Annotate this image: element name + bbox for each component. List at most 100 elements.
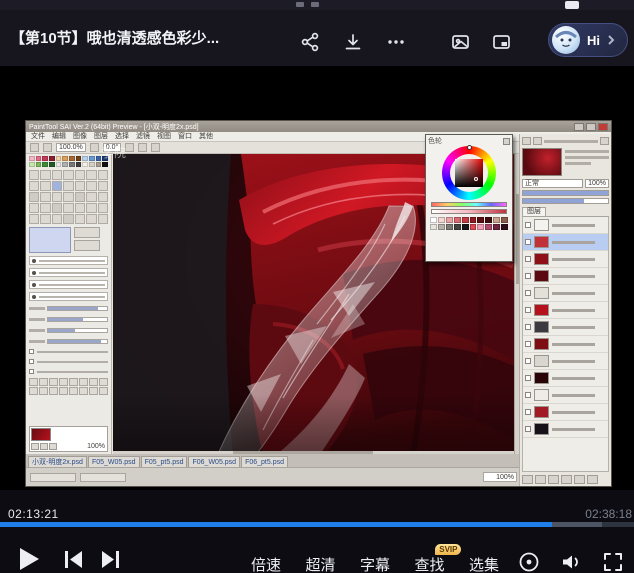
brush-list-item[interactable]	[29, 280, 108, 289]
close-icon[interactable]	[598, 123, 608, 131]
blend-mode-select[interactable]: 正常	[522, 179, 583, 188]
window-maximize-button[interactable]	[565, 1, 579, 9]
preview-button[interactable]	[74, 240, 100, 251]
layer-row[interactable]	[523, 319, 608, 336]
palette-swatch[interactable]	[501, 224, 508, 230]
tool-cell[interactable]	[40, 203, 50, 213]
titlebar-icon[interactable]	[296, 2, 304, 7]
visibility-checkbox[interactable]	[525, 222, 531, 228]
visibility-checkbox[interactable]	[525, 409, 531, 415]
color-swatch[interactable]	[89, 162, 95, 167]
palette-swatch[interactable]	[430, 217, 437, 223]
rotate-button[interactable]	[49, 443, 57, 450]
visibility-checkbox[interactable]	[525, 290, 531, 296]
titlebar-icon[interactable]	[311, 2, 319, 7]
panel-button[interactable]	[533, 137, 542, 145]
palette-swatch[interactable]	[493, 217, 500, 223]
brush-list-item[interactable]	[29, 268, 108, 277]
texture-cell[interactable]	[79, 387, 88, 395]
brush-density-slider[interactable]	[29, 337, 108, 345]
tool-cell[interactable]	[52, 214, 62, 224]
color-swatch[interactable]	[76, 156, 82, 161]
palette-swatch[interactable]	[430, 224, 437, 230]
texture-cell[interactable]	[99, 378, 108, 386]
tool-cell[interactable]	[98, 181, 108, 191]
layer-row[interactable]	[523, 251, 608, 268]
color-swatch[interactable]	[29, 156, 35, 161]
brush-list-item[interactable]	[29, 292, 108, 301]
player-text-button[interactable]: 查找 SVIP	[414, 554, 444, 573]
visibility-checkbox[interactable]	[525, 341, 531, 347]
file-tab[interactable]: 小双-明度2x.psd	[28, 456, 87, 467]
layer-row[interactable]	[523, 353, 608, 370]
color-swatch[interactable]	[56, 156, 62, 161]
texture-cell[interactable]	[59, 387, 68, 395]
color-swatch[interactable]	[42, 162, 48, 167]
palette-swatch[interactable]	[462, 224, 469, 230]
color-swatch[interactable]	[69, 162, 75, 167]
brush-option-checkbox[interactable]	[29, 348, 108, 355]
color-swatch[interactable]	[69, 156, 75, 161]
texture-cell[interactable]	[49, 387, 58, 395]
play-button[interactable]	[20, 548, 39, 570]
maximize-icon[interactable]	[586, 123, 596, 131]
player-text-button[interactable]: 字幕	[360, 554, 390, 573]
palette-swatch[interactable]	[446, 217, 453, 223]
file-tab[interactable]: F06_pt5.psd	[241, 456, 288, 467]
progress-bar[interactable]	[0, 522, 634, 527]
visibility-checkbox[interactable]	[525, 307, 531, 313]
sai-menu-item[interactable]: 编辑	[52, 133, 66, 140]
palette-swatch[interactable]	[446, 224, 453, 230]
tool-cell[interactable]	[52, 203, 62, 213]
video-frame[interactable]: 学院 PaintTool SAI Ver.2 (64bit) Preview -…	[0, 66, 634, 490]
tool-cell[interactable]	[63, 170, 73, 180]
duplicate-layer-button[interactable]	[548, 475, 559, 484]
layer-row[interactable]	[523, 217, 608, 234]
file-tab[interactable]: F06_W05.psd	[188, 456, 240, 467]
tool-cell[interactable]	[98, 192, 108, 202]
record-button[interactable]	[517, 550, 541, 573]
opacity-slider[interactable]	[522, 190, 609, 196]
texture-cell[interactable]	[29, 378, 38, 386]
tool-cell[interactable]	[29, 214, 39, 224]
new-folder-button[interactable]	[535, 475, 546, 484]
color-swatch[interactable]	[102, 162, 108, 167]
player-text-button[interactable]: 倍速	[251, 554, 281, 573]
panel-button[interactable]	[522, 137, 531, 145]
layer-row[interactable]	[523, 336, 608, 353]
texture-cell[interactable]	[59, 378, 68, 386]
texture-cell[interactable]	[89, 378, 98, 386]
player-text-button[interactable]: 超清	[305, 554, 335, 573]
sai-menu-item[interactable]: 其他	[199, 133, 213, 140]
tool-cell[interactable]	[40, 181, 50, 191]
volume-button[interactable]	[559, 550, 583, 573]
color-swatch[interactable]	[89, 156, 95, 161]
tool-cell[interactable]	[86, 203, 96, 213]
tool-cell[interactable]	[75, 181, 85, 191]
user-avatar-button[interactable]: Hi	[548, 23, 628, 57]
tool-cell[interactable]	[86, 214, 96, 224]
player-text-button[interactable]: 选集	[469, 554, 499, 573]
layer-row[interactable]	[523, 387, 608, 404]
tool-cell[interactable]	[63, 203, 73, 213]
tool-cell[interactable]	[40, 170, 50, 180]
sai-menu-item[interactable]: 窗口	[178, 133, 192, 140]
sai-menu-item[interactable]: 文件	[31, 133, 45, 140]
opacity-value[interactable]: 100%	[585, 179, 609, 188]
tool-cell[interactable]	[29, 192, 39, 202]
sai-menu-item[interactable]: 视图	[157, 133, 171, 140]
layer-row[interactable]	[523, 404, 608, 421]
color-swatch[interactable]	[42, 156, 48, 161]
color-swatch[interactable]	[29, 162, 35, 167]
tool-cell[interactable]	[98, 170, 108, 180]
hue-slider[interactable]	[431, 202, 507, 207]
tool-cell[interactable]	[75, 170, 85, 180]
texture-cell[interactable]	[69, 378, 78, 386]
color-swatch[interactable]	[36, 156, 42, 161]
tool-cell[interactable]	[29, 203, 39, 213]
palette-swatch[interactable]	[477, 224, 484, 230]
palette-swatch[interactable]	[454, 224, 461, 230]
tool-cell[interactable]	[52, 181, 62, 191]
clear-layer-button[interactable]	[574, 475, 585, 484]
color-swatch[interactable]	[76, 162, 82, 167]
